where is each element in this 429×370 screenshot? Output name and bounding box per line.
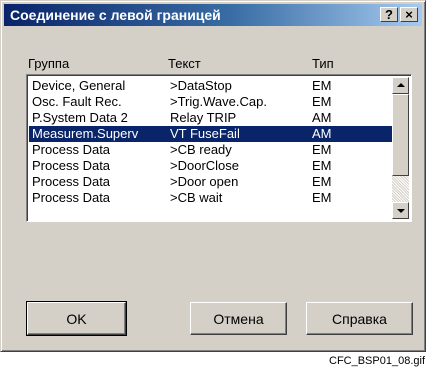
list-item-text: >CB ready (170, 142, 232, 157)
list-item[interactable]: Device, General >DataStop EM (29, 78, 393, 94)
close-icon[interactable]: × (400, 7, 418, 22)
help-title-button[interactable]: ? (380, 7, 398, 22)
list-item-group: Process Data (32, 158, 111, 173)
list-item[interactable]: Measurem.Superv VT FuseFail AM (29, 126, 393, 142)
signal-list-rows: Device, General >DataStop EM Osc. Fault Rec… (29, 78, 393, 206)
image-caption: CFC_BSP01_08.gif (329, 355, 425, 367)
list-item-type: AM (312, 110, 332, 125)
list-item[interactable]: Process Data >CB ready EM (29, 142, 393, 158)
list-item[interactable]: Process Data >DoorClose EM (29, 158, 393, 174)
column-header-type: Тип (312, 56, 334, 71)
list-item-group: Measurem.Superv (32, 126, 139, 141)
list-item-text: >Trig.Wave.Cap. (170, 94, 267, 109)
ok-button[interactable]: OK (26, 301, 127, 336)
list-item-text: VT FuseFail (170, 126, 240, 141)
arrow-up-icon (397, 83, 405, 87)
list-item-text: >DataStop (170, 78, 232, 93)
scroll-thumb[interactable] (392, 94, 409, 176)
scroll-up-button[interactable] (392, 77, 409, 94)
list-item-type: EM (312, 94, 332, 109)
list-item[interactable]: Osc. Fault Rec. >Trig.Wave.Cap. EM (29, 94, 393, 110)
list-item-type: EM (312, 190, 332, 205)
list-item-group: Process Data (32, 190, 111, 205)
list-item-group: P.System Data 2 (32, 110, 128, 125)
list-item-text: >Door open (170, 174, 239, 189)
scroll-down-button[interactable] (392, 202, 409, 219)
title-bar[interactable]: Соединение с левой границей ? × (4, 4, 422, 26)
list-item[interactable]: Process Data >Door open EM (29, 174, 393, 190)
list-item-type: AM (312, 126, 332, 141)
list-item-text: >DoorClose (170, 158, 240, 173)
arrow-down-icon (397, 209, 405, 213)
window-title: Соединение с левой границей (10, 7, 221, 23)
list-item-group: Osc. Fault Rec. (32, 94, 122, 109)
cancel-button[interactable]: Отмена (190, 302, 287, 335)
list-item-text: Relay TRIP (170, 110, 237, 125)
list-item-type: EM (312, 158, 332, 173)
list-item-type: EM (312, 174, 332, 189)
list-item-type: EM (312, 142, 332, 157)
column-header-text: Текст (168, 56, 201, 71)
vertical-scrollbar[interactable] (392, 77, 409, 219)
list-item-group: Process Data (32, 142, 111, 157)
list-item-text: >CB wait (170, 190, 223, 205)
list-item-group: Device, General (32, 78, 126, 93)
column-header-group: Группа (28, 56, 70, 71)
list-item[interactable]: P.System Data 2 Relay TRIP AM (29, 110, 393, 126)
dialog-window: Соединение с левой границей ? × Группа Т… (0, 0, 426, 352)
list-item[interactable]: Process Data >CB wait EM (29, 190, 393, 206)
list-item-type: EM (312, 78, 332, 93)
help-button[interactable]: Справка (306, 302, 413, 335)
signal-list[interactable]: Device, General >DataStop EM Osc. Fault Rec… (26, 74, 412, 222)
list-item-group: Process Data (32, 174, 111, 189)
